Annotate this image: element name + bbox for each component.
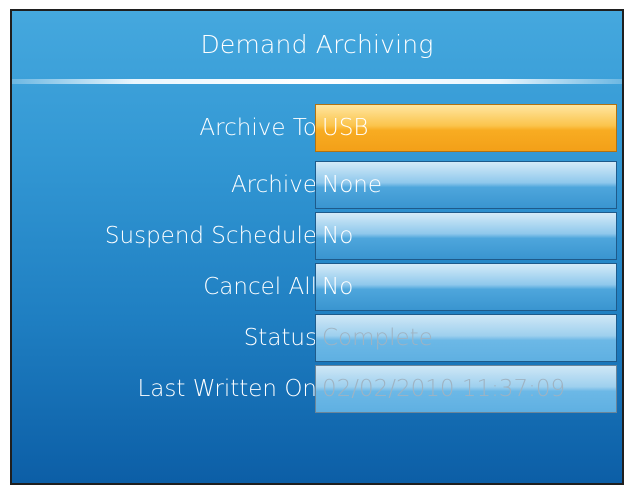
row-last-written-on: Last Written On 02/02/2010 11:37:09 <box>12 365 622 413</box>
archive-field[interactable]: None <box>315 161 617 209</box>
archive-to-label: Archive To <box>199 115 317 141</box>
demand-archiving-screen: Demand Archiving Archive To USB Archive … <box>10 9 624 485</box>
row-archive: Archive None <box>12 161 622 209</box>
status-label: Status <box>243 325 317 351</box>
last-written-on-label: Last Written On <box>137 376 317 402</box>
title-divider <box>12 79 622 84</box>
suspend-schedule-field[interactable]: No <box>315 212 617 260</box>
row-status: Status Complete <box>12 314 622 362</box>
row-cancel-all: Cancel All No <box>12 263 622 311</box>
row-suspend-schedule: Suspend Schedule No <box>12 212 622 260</box>
row-archive-to: Archive To USB <box>12 104 622 152</box>
status-field: Complete <box>315 314 617 362</box>
archive-label: Archive <box>230 172 317 198</box>
archive-to-field[interactable]: USB <box>315 104 617 152</box>
suspend-schedule-label: Suspend Schedule <box>104 223 317 249</box>
cancel-all-field[interactable]: No <box>315 263 617 311</box>
last-written-on-field: 02/02/2010 11:37:09 <box>315 365 617 413</box>
cancel-all-label: Cancel All <box>203 274 317 300</box>
page-title: Demand Archiving <box>200 30 434 59</box>
